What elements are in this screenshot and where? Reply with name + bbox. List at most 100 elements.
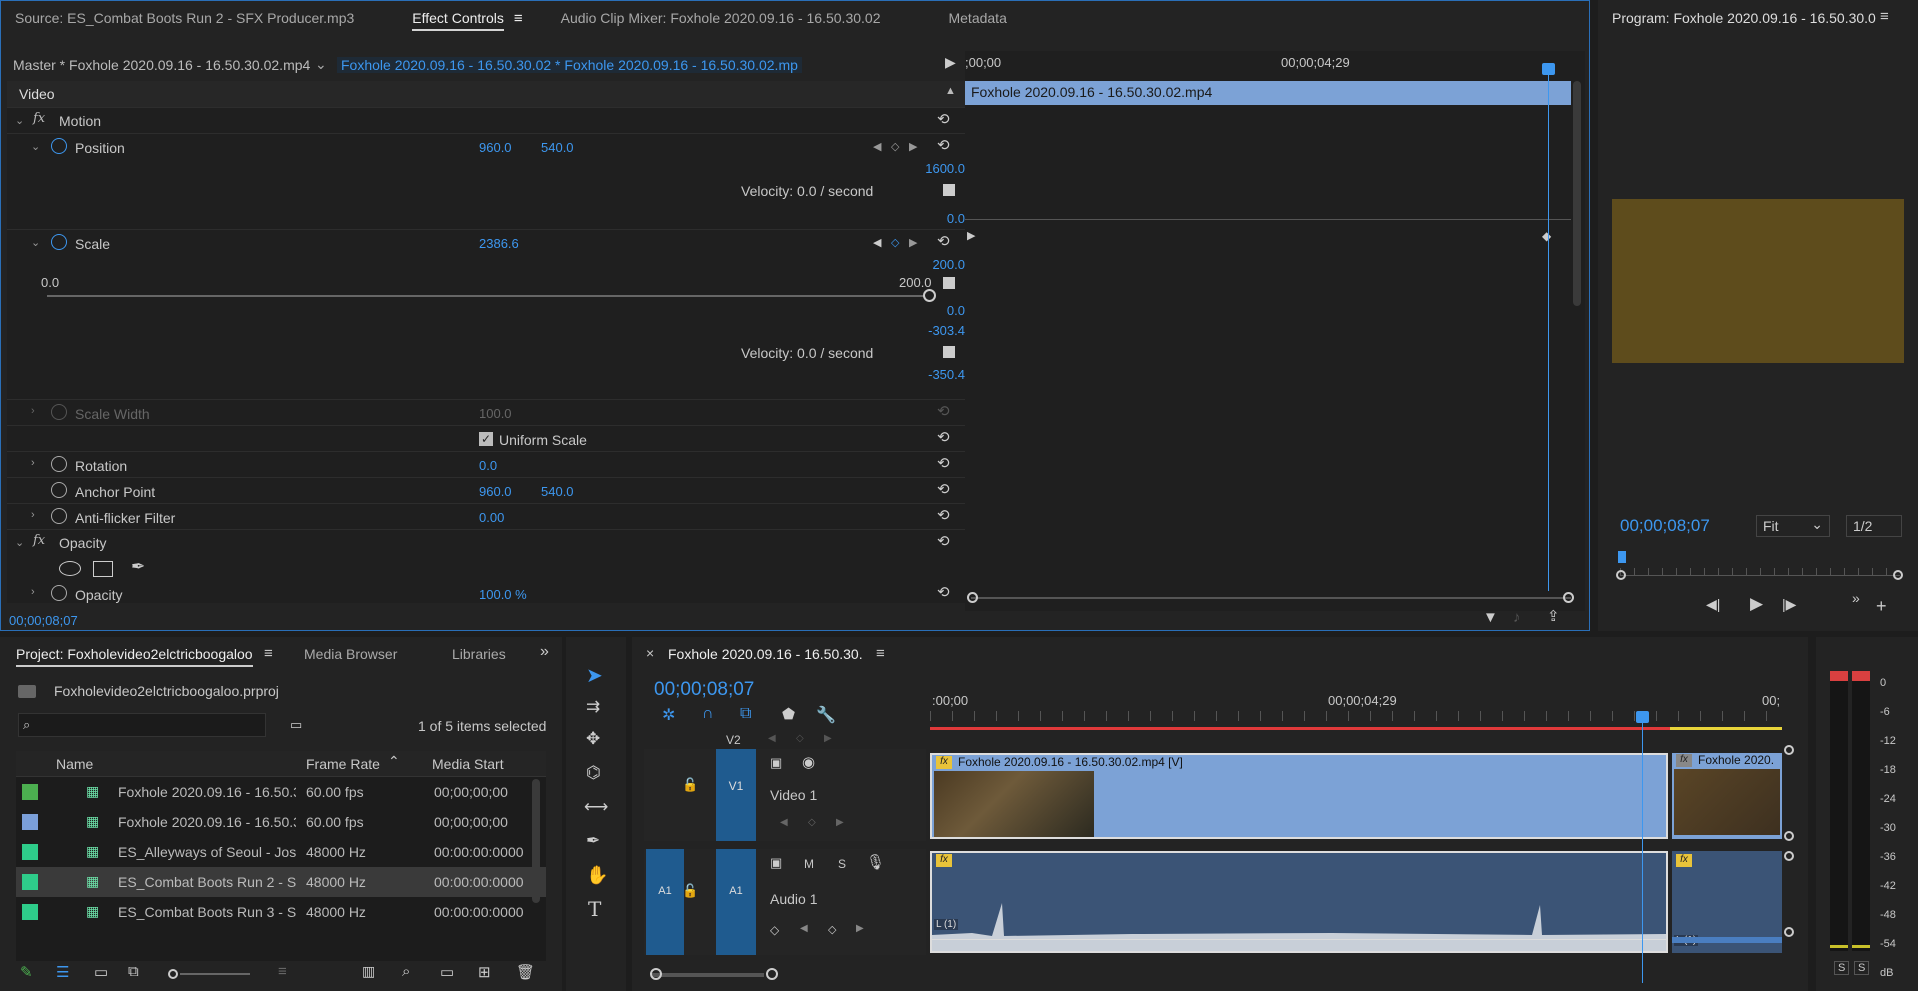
uniform-scale-checkbox[interactable]: ✓	[479, 432, 493, 446]
reset-icon[interactable]: ⟲	[937, 428, 950, 446]
twisty-down-icon[interactable]: ⌄	[31, 142, 41, 153]
marker-icon[interactable]: ⬟	[782, 705, 795, 723]
resolution-dropdown[interactable]: 1/2	[1846, 515, 1902, 537]
sort-ascending-icon[interactable]: ⌃	[388, 753, 400, 770]
scale-value[interactable]: 2386.6	[479, 236, 519, 251]
position-x[interactable]: 960.0	[479, 140, 512, 155]
ec-zoom-bar[interactable]	[971, 597, 1571, 599]
panel-menu-icon[interactable]: ≡	[876, 645, 885, 662]
twisty-down-icon[interactable]: ⌄	[31, 238, 41, 249]
effect-motion[interactable]: ⌄ fx Motion ⟲	[7, 107, 965, 133]
clip-label[interactable]: Foxhole 2020.09.16 - 16.50.30.02 * Foxho…	[337, 57, 802, 73]
reset-icon[interactable]: ⟲	[937, 583, 950, 601]
label-swatch[interactable]	[22, 874, 38, 890]
new-bin-search-icon[interactable]: ▭	[290, 717, 302, 733]
sort-icon[interactable]: ≡	[278, 963, 287, 980]
col-media-start[interactable]: Media Start	[432, 756, 504, 772]
add-keyframe-icon[interactable]: ◇	[828, 923, 836, 936]
list-view-icon[interactable]: ☰	[56, 963, 69, 981]
twisty-right-icon[interactable]: ›	[31, 458, 41, 469]
reset-icon[interactable]: ⟲	[937, 480, 950, 498]
pen-tool-icon[interactable]: ✒	[586, 831, 600, 851]
rotation-value[interactable]: 0.0	[479, 458, 497, 473]
label-swatch[interactable]	[22, 814, 38, 830]
stopwatch-icon[interactable]	[51, 482, 67, 498]
track-scroll-handle[interactable]	[1784, 745, 1794, 755]
keyframe-icon[interactable]: ◆	[1542, 229, 1551, 243]
hand-tool-icon[interactable]: ✋	[586, 865, 608, 886]
pen-mask-icon[interactable]: ✒	[131, 557, 145, 577]
tab-audio-clip-mixer[interactable]: Audio Clip Mixer: Foxhole 2020.09.16 - 1…	[547, 1, 895, 35]
v2-label[interactable]: V2	[726, 733, 741, 747]
filter-icon[interactable]: ▼	[1483, 609, 1498, 626]
more-tabs-icon[interactable]: »	[540, 643, 549, 661]
automate-icon[interactable]: ▥	[362, 963, 375, 980]
nest-icon[interactable]: ✲	[662, 705, 675, 725]
list-item[interactable]: ▦ ES_Combat Boots Run 3 - S 48000 Hz 00:00:…	[16, 897, 546, 927]
label-swatch[interactable]	[22, 784, 38, 800]
program-playhead-handle[interactable]	[1618, 551, 1626, 563]
stopwatch-icon[interactable]	[51, 138, 67, 154]
a1-target[interactable]: A1	[716, 849, 756, 955]
chevron-down-icon[interactable]: ⌄	[315, 56, 327, 73]
timeline-timecode[interactable]: 00;00;08;07	[654, 679, 754, 701]
twisty-right-icon[interactable]: ›	[31, 510, 41, 521]
step-back-icon[interactable]: ◀|	[1706, 596, 1720, 613]
audio-clip-2[interactable]: fx L (1)	[1672, 851, 1782, 953]
project-scrollbar[interactable]	[532, 779, 540, 903]
solo-right-button[interactable]: S	[1854, 961, 1870, 975]
reset-icon[interactable]: ⟲	[937, 136, 950, 154]
track-scroll-handle[interactable]	[1784, 831, 1794, 841]
slider-handle[interactable]	[923, 289, 936, 302]
razor-tool-icon[interactable]: ⌬	[586, 763, 601, 783]
track-scroll-handle[interactable]	[1784, 927, 1794, 937]
twisty-right-icon[interactable]: ›	[31, 406, 41, 417]
mute-button[interactable]: M	[804, 857, 814, 871]
label-swatch[interactable]	[22, 904, 38, 920]
tab-effect-controls[interactable]: Effect Controls ≡	[398, 1, 536, 35]
v1-target[interactable]: V1	[716, 749, 756, 841]
play-icon[interactable]: ▶	[1750, 594, 1763, 614]
tab-project[interactable]: Project: Foxholevideo2elctricboogaloo	[16, 646, 253, 667]
sequence-tab[interactable]: Foxhole 2020.09.16 - 16.50.30.0	[668, 646, 862, 662]
keyframe-start-icon[interactable]: ▶	[967, 229, 975, 242]
add-keyframe-icon[interactable]: ◇	[891, 236, 899, 249]
reset-icon[interactable]: ⟲	[937, 532, 950, 550]
twisty-down-icon[interactable]: ⌄	[15, 116, 25, 127]
new-item-icon[interactable]: ⊞	[478, 963, 491, 981]
wrench-icon[interactable]: 🔧	[816, 705, 836, 725]
slip-tool-icon[interactable]: ⟷	[584, 797, 608, 817]
ec-playhead-handle[interactable]	[1542, 63, 1555, 75]
find-icon[interactable]: ⌕	[402, 963, 410, 980]
position-y[interactable]: 540.0	[541, 140, 574, 155]
track-select-tool-icon[interactable]: ⇉	[586, 697, 600, 717]
fit-dropdown[interactable]: Fit ⌄	[1756, 515, 1830, 537]
list-item[interactable]: ▦ Foxhole 2020.09.16 - 16.50.3 60.00 fps 00…	[16, 807, 546, 837]
a1-source-patch[interactable]: A1	[646, 849, 684, 955]
collapse-up-icon[interactable]: ▲	[945, 85, 956, 97]
stopwatch-icon[interactable]	[51, 508, 67, 524]
stopwatch-icon[interactable]	[51, 234, 67, 250]
antiflicker-value[interactable]: 0.00	[479, 510, 504, 525]
prev-keyframe-icon[interactable]: ◀	[873, 236, 881, 249]
prev-keyframe-icon[interactable]: ◀	[800, 923, 808, 934]
new-bin-icon[interactable]: ▭	[440, 963, 454, 981]
zoom-slider-track[interactable]	[180, 973, 250, 975]
reset-icon[interactable]: ⟲	[937, 506, 950, 524]
tab-source[interactable]: Source: ES_Combat Boots Run 2 - SFX Prod…	[1, 1, 368, 35]
rectangle-mask-icon[interactable]	[93, 561, 113, 577]
range-end-handle[interactable]	[1893, 570, 1903, 580]
ec-timecode[interactable]: 00;00;08;07	[9, 613, 78, 628]
toggle-sync-icon[interactable]: ▣	[770, 855, 782, 871]
fx-icon[interactable]: fx	[33, 533, 45, 548]
tab-metadata[interactable]: Metadata	[934, 1, 1020, 35]
list-item[interactable]: ▦ ES_Alleyways of Seoul - Jos 48000 Hz 00:0…	[16, 837, 546, 867]
range-start-handle[interactable]	[1616, 570, 1626, 580]
stopwatch-icon[interactable]	[51, 456, 67, 472]
master-label[interactable]: Master * Foxhole 2020.09.16 - 16.50.30.0…	[13, 57, 310, 73]
program-video-frame[interactable]	[1612, 199, 1904, 363]
reset-icon[interactable]: ⟲	[937, 454, 950, 472]
step-forward-icon[interactable]: |▶	[1782, 596, 1796, 613]
snap-icon[interactable]: ∩	[702, 705, 714, 723]
timeline-playhead-handle[interactable]	[1636, 711, 1649, 723]
